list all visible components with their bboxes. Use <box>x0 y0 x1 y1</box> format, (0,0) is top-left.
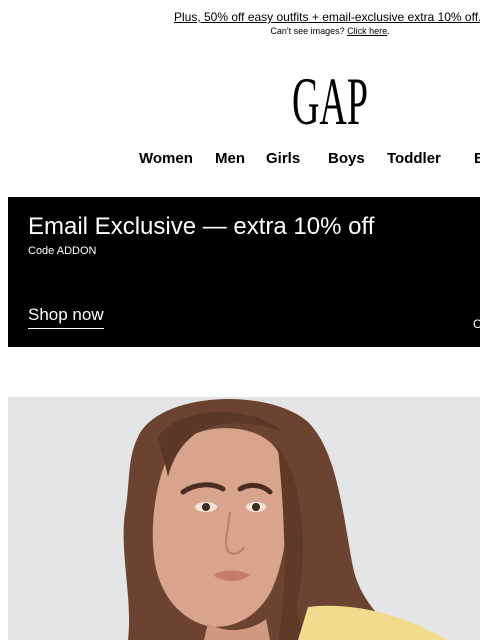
nav-item-toddler[interactable]: Toddler <box>387 150 441 167</box>
gap-logo[interactable]: GAP <box>290 63 370 139</box>
banner-headline: Email Exclusive — extra 10% off <box>28 213 375 240</box>
cant-see-text: Can't see images? <box>270 26 345 36</box>
hero-photo-illustration <box>8 397 480 640</box>
nav-item-baby[interactable]: B <box>474 150 480 167</box>
banner-edge-text: C <box>473 317 480 331</box>
promo-link[interactable]: Plus, 50% off easy outfits + email-exclu… <box>174 10 480 24</box>
category-nav: Women Men Girls Boys Toddler B <box>0 150 480 174</box>
preheader: Plus, 50% off easy outfits + email-exclu… <box>0 10 480 24</box>
click-here-link[interactable]: Click here <box>347 26 387 36</box>
cant-see-images-line: Can't see images? Click here. <box>0 26 480 36</box>
hero-image[interactable] <box>8 397 480 640</box>
logo-text: GAP <box>292 66 368 130</box>
nav-item-boys[interactable]: Boys <box>328 150 365 167</box>
nav-item-girls[interactable]: Girls <box>266 150 300 167</box>
shop-now-link[interactable]: Shop now <box>28 305 104 329</box>
nav-item-women[interactable]: Women <box>139 150 193 167</box>
period: . <box>387 26 390 36</box>
promo-code: Code ADDON <box>28 245 97 257</box>
email-exclusive-banner[interactable]: Email Exclusive — extra 10% off Code ADD… <box>8 197 480 347</box>
nav-item-men[interactable]: Men <box>215 150 245 167</box>
